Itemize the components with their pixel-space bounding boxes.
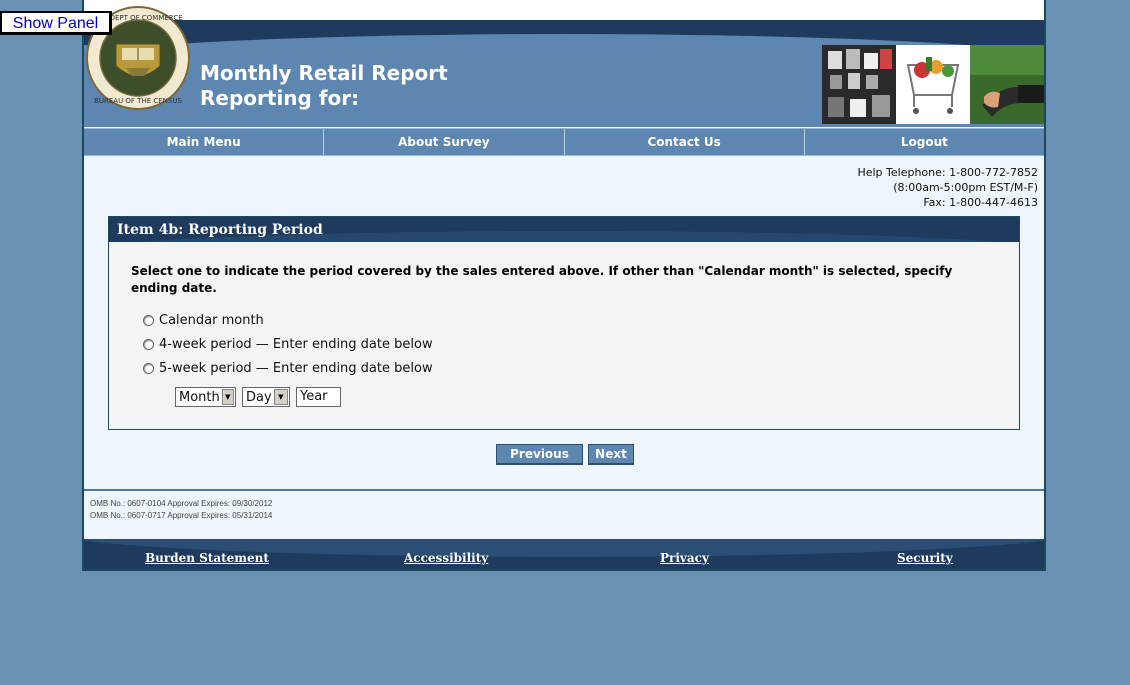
option-label: 4-week period — Enter ending date below (159, 337, 433, 352)
next-button[interactable]: Next (588, 444, 634, 465)
omb-line: OMB No.: 0607-0717 Approval Expires: 05/… (90, 511, 273, 520)
month-select[interactable]: Month ▼ (175, 387, 236, 407)
top-white-strip (84, 0, 1044, 20)
option-calendar-month[interactable]: Calendar month (143, 313, 264, 328)
top-dark-band (84, 20, 1044, 45)
panel-title: Item 4b: Reporting Period (117, 222, 323, 238)
help-fax: Fax: 1-800-447-4613 (923, 196, 1038, 209)
footer-link-security[interactable]: Security (897, 551, 953, 565)
page-subtitle: Reporting for: (200, 86, 360, 110)
header-photos (822, 45, 1044, 124)
option-5-week[interactable]: 5-week period — Enter ending date below (143, 361, 433, 376)
footer: Burden Statement Accessibility Privacy S… (84, 539, 1044, 569)
nav-main-menu[interactable]: Main Menu (84, 129, 325, 155)
day-select[interactable]: Day ▼ (242, 387, 290, 407)
day-select-value: Day (246, 389, 272, 405)
help-hours: (8:00am-5:00pm EST/M-F) (893, 181, 1038, 194)
help-telephone: Help Telephone: 1-800-772-7852 (857, 166, 1038, 179)
header: Monthly Retail Report Reporting for: (84, 45, 1044, 127)
ending-date-fields: Month ▼ Day ▼ Year (175, 387, 341, 407)
option-label: Calendar month (159, 313, 264, 328)
help-contact: Help Telephone: 1-800-772-7852 (8:00am-5… (857, 165, 1038, 210)
nav-contact-us[interactable]: Contact Us (565, 129, 805, 155)
dropdown-arrow-icon[interactable]: ▼ (273, 389, 288, 405)
nav-logout[interactable]: Logout (805, 129, 1044, 155)
footer-link-burden-statement[interactable]: Burden Statement (145, 551, 269, 565)
option-label: 5-week period — Enter ending date below (159, 361, 433, 376)
page-container: Monthly Retail Report Reporting for: U.S… (82, 0, 1046, 571)
footer-link-accessibility[interactable]: Accessibility (404, 551, 488, 565)
svg-text:BUREAU OF THE CENSUS: BUREAU OF THE CENSUS (94, 97, 182, 105)
page-title: Monthly Retail Report (200, 61, 448, 85)
radio-4-week[interactable] (143, 339, 154, 350)
main-nav: Main Menu About Survey Contact Us Logout (84, 128, 1044, 156)
nav-about-survey[interactable]: About Survey (324, 129, 565, 155)
month-select-value: Month (179, 389, 220, 405)
previous-button[interactable]: Previous (496, 444, 583, 465)
question-text: Select one to indicate the period covere… (131, 264, 953, 295)
show-panel-button[interactable]: Show Panel (0, 11, 112, 35)
dropdown-arrow-icon[interactable]: ▼ (221, 389, 234, 405)
option-4-week[interactable]: 4-week period — Enter ending date below (143, 337, 433, 352)
footer-link-privacy[interactable]: Privacy (660, 551, 709, 565)
year-input[interactable]: Year (296, 387, 341, 407)
panel-header: Item 4b: Reporting Period (109, 217, 1019, 242)
radio-calendar-month[interactable] (143, 315, 154, 326)
omb-line: OMB No.: 0607-0104 Approval Expires: 09/… (90, 499, 273, 508)
omb-info: OMB No.: 0607-0104 Approval Expires: 09/… (90, 498, 272, 522)
footer-divider (84, 489, 1044, 491)
radio-5-week[interactable] (143, 363, 154, 374)
reporting-period-panel: Item 4b: Reporting Period Select one to … (108, 216, 1020, 430)
